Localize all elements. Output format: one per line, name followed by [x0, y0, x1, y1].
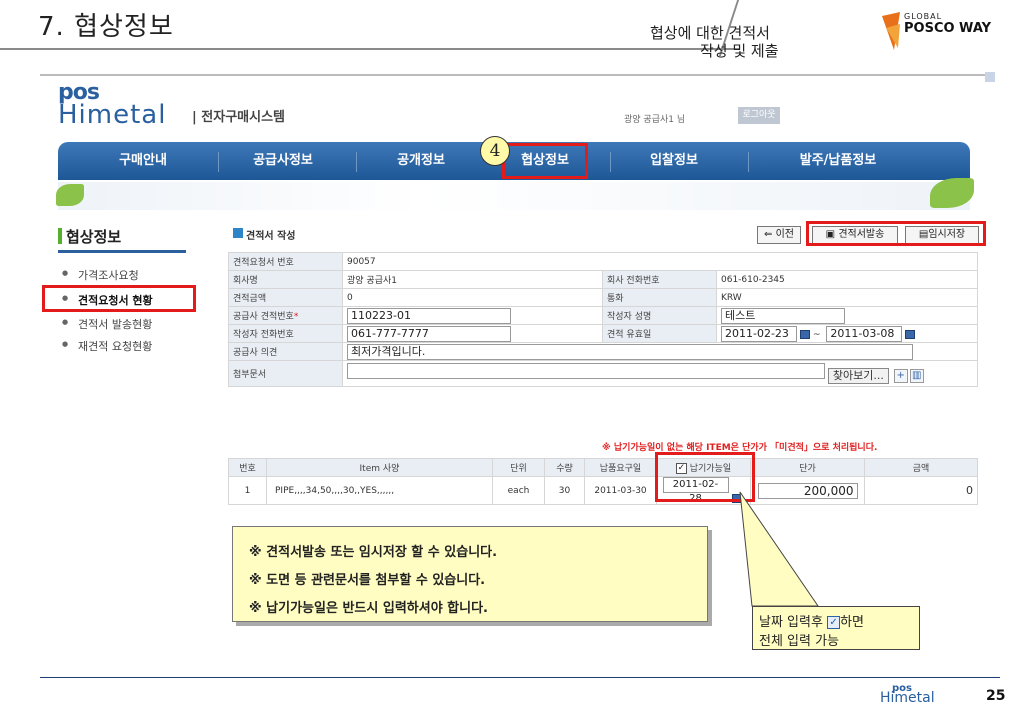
user-greeting: 광양 공급사1 님	[624, 115, 686, 125]
footer-divider	[40, 677, 1000, 678]
tip-line-1-start: 날짜 입력후	[759, 615, 823, 630]
row-qty: 30	[544, 476, 585, 505]
window-top-border	[40, 74, 994, 76]
scrollbar-thumb[interactable]	[985, 72, 995, 82]
row-due-date: 2011-03-30	[584, 476, 657, 505]
attach-file-input[interactable]	[347, 362, 825, 379]
tip-line-1-end: 하면	[840, 615, 864, 630]
validity-to-input[interactable]: 2011-03-08	[826, 325, 903, 342]
tip-callout: 날짜 입력후 ✓ 하면 전체 입력 가능	[752, 606, 920, 650]
author-phone-label: 작성자 전화번호	[228, 324, 343, 343]
leaf-decoration-icon	[56, 184, 84, 206]
amount-label: 견적금액	[228, 288, 343, 307]
amount-value: 0	[342, 288, 603, 307]
required-mark-icon: *	[293, 312, 299, 322]
add-file-icon[interactable]: +	[893, 369, 908, 384]
column-header-unit: 단위	[492, 458, 545, 477]
brand-small-text: GLOBAL	[904, 12, 943, 21]
column-header-qty: 수량	[544, 458, 585, 477]
sidebar-title-accent	[58, 228, 62, 244]
nav-item-bid-info[interactable]: 입찰정보	[614, 142, 734, 180]
company-phone-label: 회사 전화번호	[602, 270, 717, 289]
opinion-label: 공급사 의견	[228, 342, 343, 361]
sidebar-highlight-frame	[42, 285, 196, 312]
slide-title: 7. 협상정보	[38, 12, 174, 42]
currency-value: KRW	[716, 288, 978, 307]
rfq-no-label: 견적요청서 번호	[228, 252, 343, 271]
sidebar-item-price-survey[interactable]: 가격조사요청	[62, 267, 139, 283]
callout-line-3: ※ 납기가능일은 반드시 입력하셔야 합니다.	[249, 601, 489, 616]
nav-highlight-frame	[502, 143, 588, 179]
nav-item-order-delivery-info[interactable]: 발주/납품정보	[758, 142, 918, 180]
column-header-no: 번호	[228, 458, 267, 477]
quote-no-label-text: 공급사 견적번호	[233, 312, 294, 322]
decorative-banner	[58, 182, 970, 210]
calendar-icon[interactable]	[905, 329, 916, 339]
date-range-separator: ~	[813, 329, 821, 340]
author-label: 작성자 성명	[602, 306, 717, 325]
row-no: 1	[228, 476, 267, 505]
attach-label: 첨부문서	[228, 360, 343, 387]
items-table: 번호 Item 사양 단위 수량 납품요구일 ✓ 납기가능일 단가 금액 1 P…	[228, 458, 978, 505]
quote-no-label: 공급사 견적번호*	[228, 306, 343, 325]
nav-item-public-info[interactable]: 공개정보	[356, 142, 486, 180]
logout-button[interactable]: 로그아웃	[738, 107, 780, 124]
column-header-amount: 금액	[864, 458, 978, 477]
currency-label: 통화	[602, 288, 717, 307]
quote-form-table: 견적요청서 번호 90057 회사명 광양 공급사1 회사 전화번호 061-6…	[228, 252, 978, 387]
row-unit: each	[492, 476, 545, 505]
back-button[interactable]: ⇐ 이전	[757, 226, 801, 244]
delete-file-icon[interactable]: ▥	[909, 369, 924, 384]
step-badge: 4	[480, 136, 510, 166]
instruction-callout: ※ 견적서발송 또는 임시저장 할 수 있습니다. ※ 도면 등 관련문서를 첨…	[232, 526, 708, 622]
sidebar-title-underline	[58, 250, 186, 253]
company-label: 회사명	[228, 270, 343, 289]
row-amount: 0	[864, 476, 978, 505]
slide-subtitle-line2: 작성 및 제출	[700, 42, 779, 60]
brand-main-text: POSCO WAY	[904, 21, 992, 36]
company-value: 광양 공급사1	[342, 270, 603, 289]
calendar-icon[interactable]	[800, 329, 810, 339]
page-number: 25	[986, 688, 1006, 704]
column-header-unit-price: 단가	[750, 458, 865, 477]
system-title: | 전자구매시스템	[192, 110, 285, 125]
author-input[interactable]: 테스트	[721, 307, 845, 324]
nav-separator	[610, 152, 611, 172]
checkbox-checked-icon: ✓	[827, 616, 841, 629]
quote-no-input[interactable]: 110223-01	[347, 307, 511, 324]
nav-item-purchase-guide[interactable]: 구매안내	[78, 142, 208, 180]
section-title-icon	[233, 228, 243, 238]
header-divider	[0, 48, 740, 50]
nav-item-supplier-info[interactable]: 공급사정보	[218, 142, 348, 180]
opinion-input[interactable]: 최저가격입니다.	[347, 343, 913, 360]
row-spec: PIPE,,,,34,50,,,,30,,YES,,,,,,	[266, 476, 493, 505]
rfq-no-value: 90057	[342, 252, 978, 271]
validity-label: 견적 유효일	[602, 324, 717, 343]
nav-separator	[748, 152, 749, 172]
column-header-spec: Item 사양	[266, 458, 493, 477]
sidebar-title: 협상정보	[66, 228, 122, 246]
author-phone-input[interactable]: 061-777-7777	[347, 325, 511, 342]
callout-line-2: ※ 도면 등 관련문서를 첨부할 수 있습니다.	[249, 573, 486, 588]
section-title: 견적서 작성	[246, 231, 296, 242]
toolbar-highlight-frame	[806, 221, 986, 246]
address-bar-fragment	[42, 60, 202, 68]
footer-logo-bottom: Himetal	[880, 690, 935, 706]
validity-from-input[interactable]: 2011-02-23	[721, 325, 797, 342]
app-logo-bottom: Himetal	[58, 100, 167, 130]
sidebar-item-quote-sent-status[interactable]: 견적서 발송현황	[62, 316, 152, 332]
tip-line-1: 날짜 입력후 ✓ 하면	[759, 611, 864, 630]
tip-pointer-icon	[739, 491, 819, 607]
column-header-due-date: 납품요구일	[584, 458, 657, 477]
table-row: 1 PIPE,,,,34,50,,,,30,,YES,,,,,, each 30…	[228, 476, 978, 505]
tip-line-2: 전체 입력 가능	[759, 634, 840, 649]
sidebar-item-requote-status[interactable]: 재견적 요청현황	[62, 338, 152, 354]
callout-line-1: ※ 견적서발송 또는 임시저장 할 수 있습니다.	[249, 545, 498, 560]
browse-button[interactable]: 찾아보기...	[827, 368, 889, 385]
company-phone-value: 061-610-2345	[716, 270, 978, 289]
